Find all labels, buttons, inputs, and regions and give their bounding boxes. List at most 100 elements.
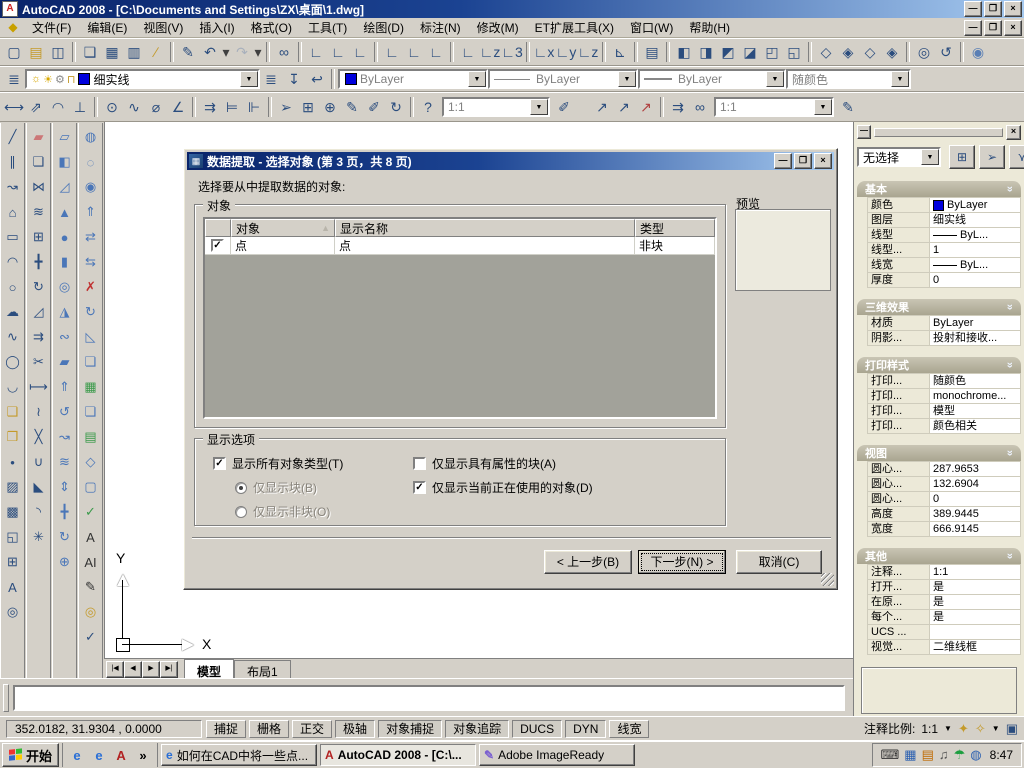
polar-toggle[interactable]: 极轴	[335, 719, 376, 738]
radius-dimension-icon[interactable]: ⊙	[101, 96, 123, 118]
property-value[interactable]: 细实线	[930, 213, 1021, 228]
multiline-text-icon[interactable]: A	[2, 576, 24, 598]
single-line-text-icon[interactable]: AI	[80, 551, 102, 573]
display-all-object-types-checkbox[interactable]: ✓	[213, 457, 226, 470]
quick-launch-more-icon[interactable]: »	[133, 745, 153, 765]
doc-close-button[interactable]: ×	[1004, 19, 1022, 36]
status-menu-arrow-icon[interactable]: ▼	[992, 724, 1000, 733]
multileader-style-icon[interactable]: ✎	[837, 96, 859, 118]
arc-icon[interactable]: ◠	[2, 251, 24, 273]
quick-dimension-icon[interactable]: ⇉	[199, 96, 221, 118]
3d-orbit-tool-icon[interactable]: ⊕	[54, 551, 76, 573]
autocad-launcher-icon[interactable]: A	[111, 745, 131, 765]
text-icon[interactable]: A	[80, 526, 102, 548]
ucs-world-icon[interactable]: ∟	[327, 41, 349, 63]
presspull-icon[interactable]: ⇕	[54, 476, 76, 498]
ucs-object-icon[interactable]: ∟	[403, 41, 425, 63]
property-value[interactable]: ByL...	[930, 258, 1021, 273]
section-header[interactable]: 基本 «	[857, 181, 1021, 197]
dialog-close-button[interactable]: ×	[814, 153, 832, 169]
otrack-toggle[interactable]: 对象追踪	[445, 719, 510, 738]
ortho-toggle[interactable]: 正交	[292, 719, 333, 738]
mirror-icon[interactable]: ⋈	[28, 176, 50, 198]
collapse-chevron-icon[interactable]: «	[1004, 304, 1016, 310]
menu-dimension[interactable]: 标注(N)	[412, 17, 469, 38]
redo-dropdown-icon[interactable]: ▾	[253, 41, 263, 63]
property-value[interactable]: monochrome...	[930, 389, 1021, 404]
trim-icon[interactable]: ✂	[28, 351, 50, 373]
view-nw-isometric-icon[interactable]: ◈	[881, 41, 903, 63]
hyperlink-icon[interactable]: ∞	[273, 41, 295, 63]
copy-object-icon[interactable]: ❏	[28, 151, 50, 173]
color-faces-icon[interactable]: ▦	[80, 376, 102, 398]
join-icon[interactable]: ∪	[28, 451, 50, 473]
point-icon[interactable]: •	[2, 451, 24, 473]
dimension-update-icon[interactable]: ↻	[385, 96, 407, 118]
menu-modify[interactable]: 修改(M)	[469, 17, 527, 38]
property-value[interactable]: 是	[930, 610, 1021, 625]
extrude-faces-icon[interactable]: ⇑	[80, 201, 102, 223]
view-front-icon[interactable]: ◰	[761, 41, 783, 63]
property-value[interactable]: 666.9145	[930, 522, 1021, 537]
property-value[interactable]: 是	[930, 580, 1021, 595]
helix-icon[interactable]: ∾	[54, 326, 76, 348]
array-icon[interactable]: ⊞	[28, 226, 50, 248]
color-edges-icon[interactable]: ▤	[80, 426, 102, 448]
keyboard-icon[interactable]: ⌨	[881, 747, 900, 763]
ucs-z-vector-icon[interactable]: ∟z	[479, 41, 501, 63]
ucs-x-icon[interactable]: ∟x	[533, 41, 555, 63]
plotstyle-combo-arrow-icon[interactable]: ▼	[891, 71, 909, 87]
property-value[interactable]	[930, 625, 1021, 640]
property-value[interactable]: ByLayer	[930, 316, 1021, 331]
spline-icon[interactable]: ∿	[2, 326, 24, 348]
property-value[interactable]: 投射和接收...	[930, 331, 1021, 346]
internet-explorer-icon[interactable]: e	[89, 745, 109, 765]
quick-leader-icon[interactable]: ➢	[275, 96, 297, 118]
tab-next-icon[interactable]: ▶	[142, 661, 160, 678]
help-icon[interactable]: ?	[417, 96, 439, 118]
previous-view-icon[interactable]: ◉	[967, 41, 989, 63]
save-icon[interactable]: ◫	[47, 41, 69, 63]
named-views-icon[interactable]: ▤	[641, 41, 663, 63]
dialog-minimize-button[interactable]: —	[774, 153, 792, 169]
circle-icon[interactable]: ○	[2, 276, 24, 298]
open-file-icon[interactable]: ▤	[25, 41, 47, 63]
property-value[interactable]: 模型	[930, 404, 1021, 419]
layer-combo-arrow-icon[interactable]: ▼	[240, 71, 258, 87]
property-value[interactable]: 1:1	[930, 565, 1021, 580]
break-icon[interactable]: ╳	[28, 426, 50, 448]
tolerance-icon[interactable]: ⊞	[297, 96, 319, 118]
back-button[interactable]: < 上一步(B)	[544, 550, 632, 574]
multileader-icon[interactable]: ↗	[591, 96, 613, 118]
donut-icon[interactable]: ◎	[2, 601, 24, 623]
scale-icon[interactable]: ◿	[28, 301, 50, 323]
camera-icon[interactable]: ◎	[913, 41, 935, 63]
header-display-name-column[interactable]: 显示名称	[335, 219, 635, 237]
property-value[interactable]: 二维线框	[930, 640, 1021, 655]
spell-check-icon[interactable]: ✓	[80, 626, 102, 648]
view-top-icon[interactable]: ◧	[673, 41, 695, 63]
view-se-isometric-icon[interactable]: ◈	[837, 41, 859, 63]
collapse-chevron-icon[interactable]: «	[1004, 553, 1016, 559]
break-at-point-icon[interactable]: ≀	[28, 401, 50, 423]
torus-icon[interactable]: ◎	[54, 276, 76, 298]
plotstyle-combo[interactable]: 随颜色 ▼	[786, 69, 911, 89]
antivirus-umbrella-icon[interactable]: ☂	[954, 747, 966, 763]
ucs-face-icon[interactable]: ∟	[381, 41, 403, 63]
offset-icon[interactable]: ≋	[28, 201, 50, 223]
minimize-button[interactable]: —	[964, 1, 982, 17]
sweep-icon[interactable]: ↝	[54, 426, 76, 448]
task-browser[interactable]: e 如何在CAD中将一些点...	[161, 744, 318, 766]
ucs-y-icon[interactable]: ∟y	[555, 41, 577, 63]
baseline-dimension-icon[interactable]: ⊨	[221, 96, 243, 118]
dialog-title-bar[interactable]: ▦ 数据提取 - 选择对象 (第 3 页，共 8 页) — ❐ ×	[187, 152, 834, 170]
dim-scale-combo[interactable]: 1:1 ▼	[442, 97, 550, 117]
collect-multileaders-icon[interactable]: ∞	[689, 96, 711, 118]
close-button[interactable]: ×	[1004, 1, 1022, 17]
menu-view[interactable]: 视图(V)	[135, 17, 191, 38]
redo-icon[interactable]: ↷	[231, 41, 253, 63]
collapse-chevron-icon[interactable]: «	[1004, 450, 1016, 456]
section-header[interactable]: 视图 «	[857, 445, 1021, 461]
osnap-toggle[interactable]: 对象捕捉	[378, 719, 443, 738]
view-bottom-icon[interactable]: ◨	[695, 41, 717, 63]
